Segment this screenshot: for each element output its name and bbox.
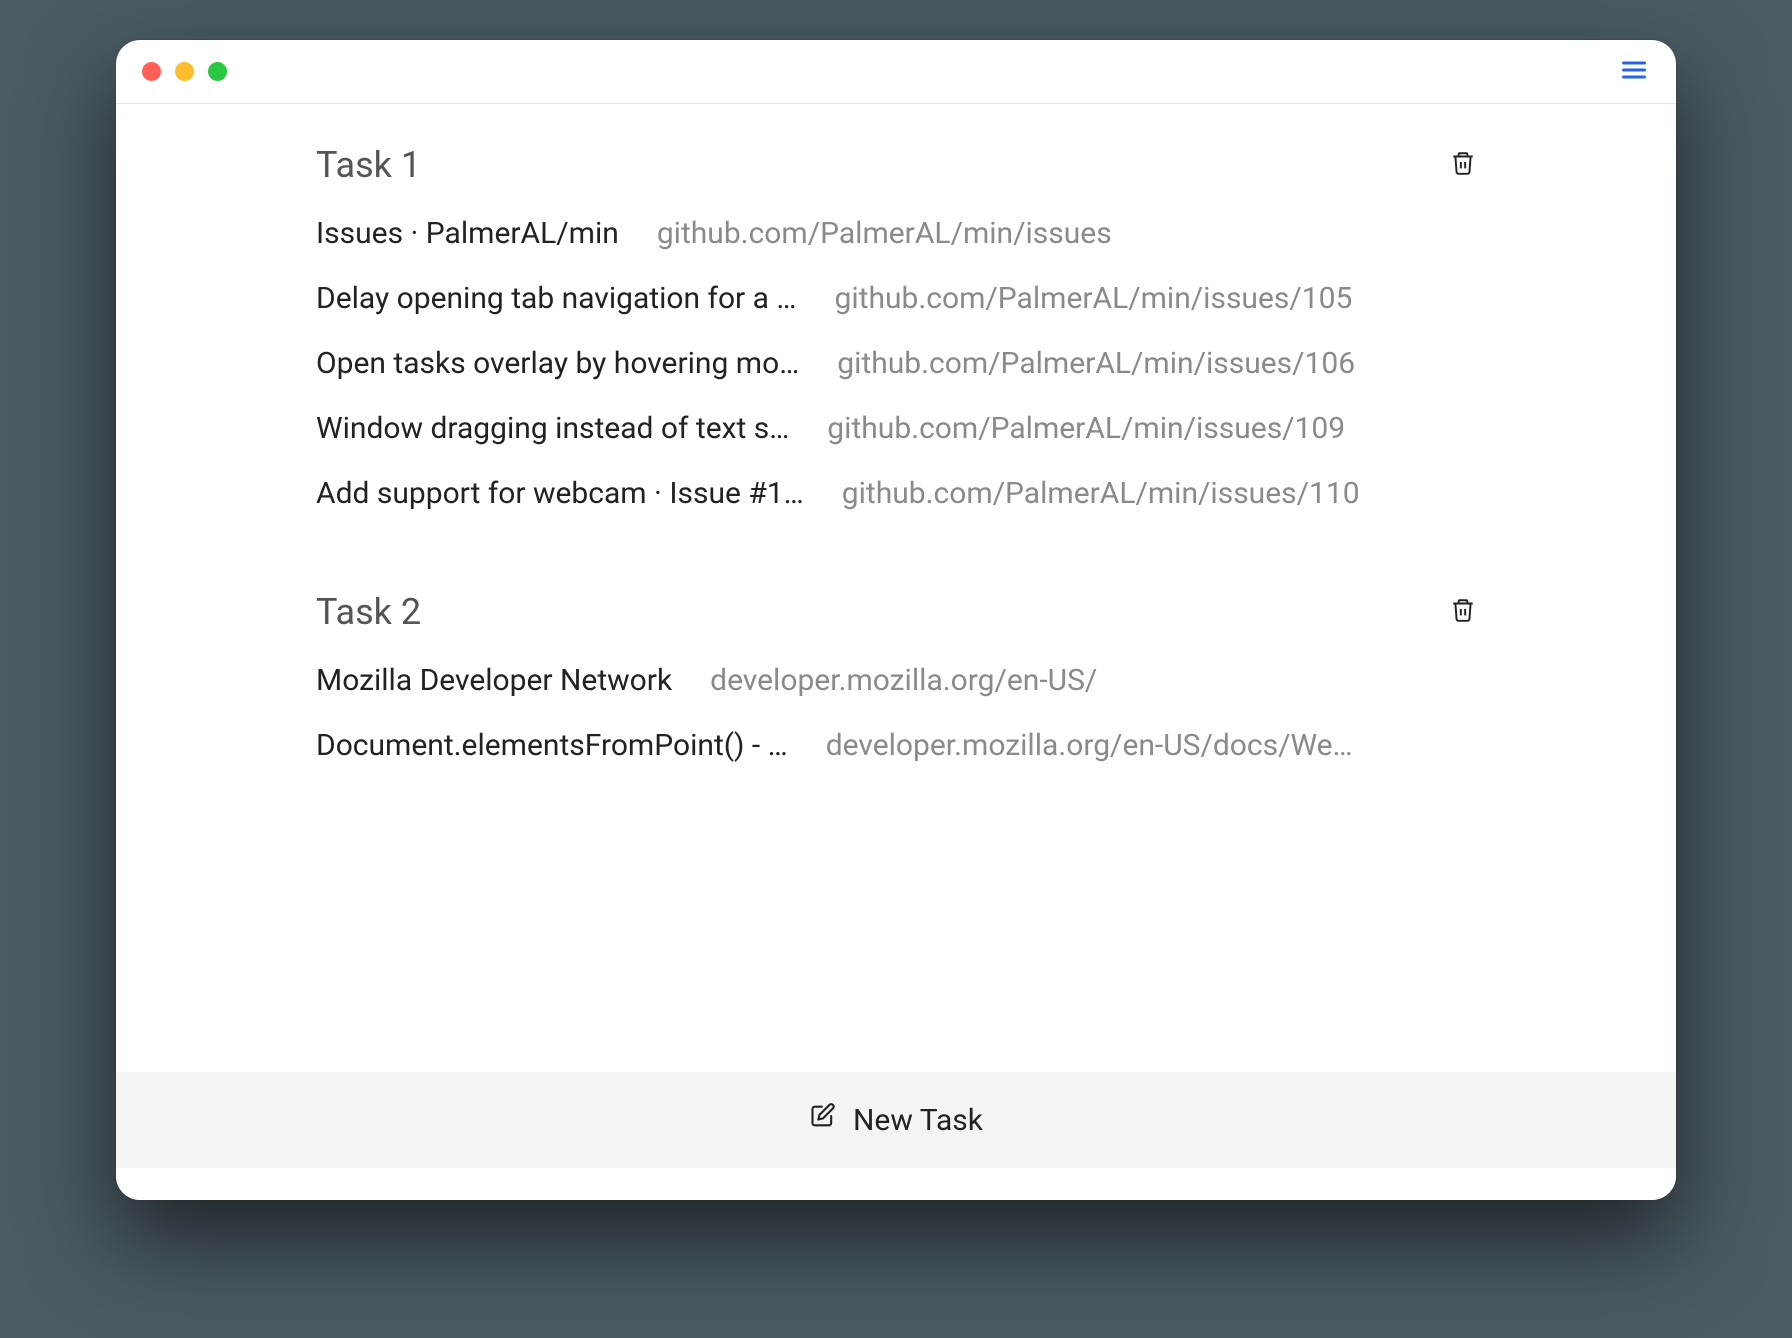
footer-space (116, 1168, 1676, 1200)
tab-item[interactable]: Issues · PalmerAL/min github.com/PalmerA… (316, 216, 1476, 251)
tab-item[interactable]: Delay opening tab navigation for a … git… (316, 281, 1476, 316)
window-minimize-button[interactable] (175, 62, 194, 81)
tab-url: github.com/PalmerAL/min/issues/110 (842, 476, 1360, 511)
window-controls (142, 62, 227, 81)
tab-item[interactable]: Document.elementsFromPoint() - … develop… (316, 728, 1476, 763)
new-task-button[interactable]: New Task (116, 1072, 1676, 1168)
tab-url: github.com/PalmerAL/min/issues/105 (834, 281, 1352, 316)
menu-button[interactable] (1618, 56, 1650, 88)
tab-title: Window dragging instead of text s… (316, 411, 789, 446)
window-maximize-button[interactable] (208, 62, 227, 81)
app-window: Task 1 Issues · PalmerAL/min (116, 40, 1676, 1200)
tab-item[interactable]: Window dragging instead of text s… githu… (316, 411, 1476, 446)
tab-item[interactable]: Add support for webcam · Issue #1… githu… (316, 476, 1476, 511)
trash-icon (1450, 149, 1476, 181)
tab-title: Issues · PalmerAL/min (316, 216, 619, 251)
task-block: Task 2 Mozilla Developer Network (316, 591, 1476, 793)
task-header: Task 2 (316, 591, 1476, 633)
task-block: Task 1 Issues · PalmerAL/min (316, 144, 1476, 541)
tab-item[interactable]: Mozilla Developer Network developer.mozi… (316, 663, 1476, 698)
task-title[interactable]: Task 1 (316, 144, 421, 186)
tab-title: Mozilla Developer Network (316, 663, 672, 698)
delete-task-button[interactable] (1450, 596, 1476, 628)
tab-url: developer.mozilla.org/en-US/docs/We… (826, 728, 1353, 763)
delete-task-button[interactable] (1450, 149, 1476, 181)
titlebar (116, 40, 1676, 104)
window-close-button[interactable] (142, 62, 161, 81)
tab-title: Add support for webcam · Issue #1… (316, 476, 804, 511)
tab-url: developer.mozilla.org/en-US/ (710, 663, 1097, 698)
tab-url: github.com/PalmerAL/min/issues/109 (827, 411, 1345, 446)
trash-icon (1450, 596, 1476, 628)
task-header: Task 1 (316, 144, 1476, 186)
task-overlay: Task 1 Issues · PalmerAL/min (116, 104, 1676, 1168)
task-title[interactable]: Task 2 (316, 591, 421, 633)
tab-title: Delay opening tab navigation for a … (316, 281, 796, 316)
tab-item[interactable]: Open tasks overlay by hovering mo… githu… (316, 346, 1476, 381)
tab-title: Document.elementsFromPoint() - … (316, 728, 788, 763)
new-task-label: New Task (853, 1103, 983, 1138)
tab-title: Open tasks overlay by hovering mo… (316, 346, 799, 381)
hamburger-icon (1620, 56, 1648, 88)
tab-url: github.com/PalmerAL/min/issues (657, 216, 1112, 251)
edit-icon (809, 1102, 837, 1138)
tab-url: github.com/PalmerAL/min/issues/106 (837, 346, 1355, 381)
